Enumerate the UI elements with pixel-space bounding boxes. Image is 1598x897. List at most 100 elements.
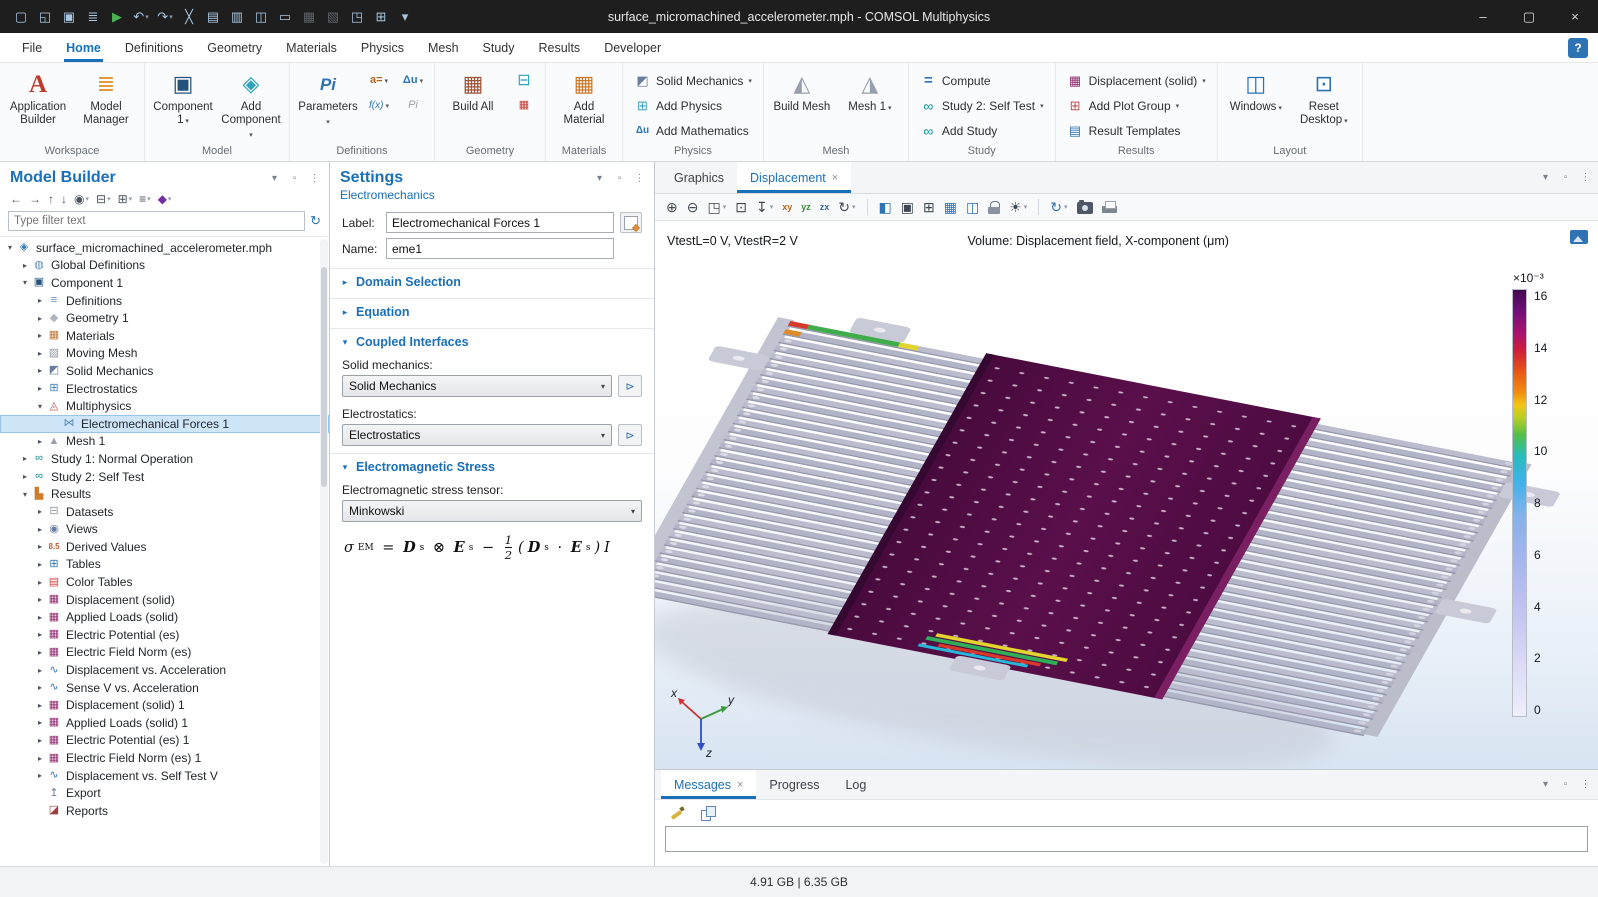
- parameter-case-button[interactable]: [397, 94, 429, 117]
- maximize-button[interactable]: ▢: [1506, 0, 1552, 33]
- tree-item-materials[interactable]: ▸Materials: [0, 327, 329, 345]
- forward-button[interactable]: →: [27, 191, 43, 207]
- zoom-out-button[interactable]: ⊖: [684, 199, 702, 215]
- tree-item-component-1[interactable]: ▾Component 1: [0, 274, 329, 292]
- parameters-button[interactable]: Parameters ▾: [295, 65, 361, 143]
- tree-item-moving-mesh[interactable]: ▸Moving Mesh: [0, 345, 329, 363]
- tree-item-views[interactable]: ▸Views: [0, 521, 329, 539]
- undo-button[interactable]: ↶▾: [130, 5, 152, 29]
- insert-sequence-button[interactable]: [508, 69, 540, 92]
- menu-physics[interactable]: Physics: [349, 33, 416, 62]
- tree-item-study-2-self-test[interactable]: ▸Study 2: Self Test: [0, 468, 329, 486]
- measure-button[interactable]: ▧: [322, 5, 344, 29]
- select-box-button[interactable]: ▦: [298, 5, 320, 29]
- plot-area[interactable]: VtestL=0 V, VtestR=2 V Volume: Displacem…: [655, 221, 1598, 769]
- messages-collapse-icon[interactable]: ▾: [1539, 779, 1552, 790]
- section-header-domain-selection[interactable]: ▸Domain Selection: [330, 268, 654, 295]
- move-up-button[interactable]: ↑: [46, 191, 56, 207]
- tree-item-study-1-normal-operation[interactable]: ▸Study 1: Normal Operation: [0, 450, 329, 468]
- tree-item-global-definitions[interactable]: ▸Global Definitions: [0, 257, 329, 275]
- add-study-button[interactable]: Add Study: [914, 119, 1050, 142]
- open-file-button[interactable]: ◱: [34, 5, 56, 29]
- plot-in-window-button[interactable]: ▦: [941, 199, 960, 215]
- tree-item-electric-field-norm-es[interactable]: ▸Electric Field Norm (es): [0, 644, 329, 662]
- go-to-default-view-button[interactable]: ↧▾: [753, 199, 776, 215]
- add-plot-group-button[interactable]: Add Plot Group▾: [1061, 94, 1212, 117]
- print-button[interactable]: [1099, 200, 1120, 215]
- tab-displacement[interactable]: Displacement×: [737, 162, 851, 193]
- add-material-button[interactable]: Add Material: [551, 65, 617, 143]
- add-mathematics-button[interactable]: Add Mathematics: [628, 119, 758, 142]
- view-xy-button[interactable]: xy: [779, 202, 795, 213]
- tab-progress[interactable]: Progress: [756, 770, 832, 799]
- go-to-node-button[interactable]: ◆▾: [156, 191, 174, 207]
- tree-item-results[interactable]: ▾Results: [0, 485, 329, 503]
- tree-scrollbar-thumb[interactable]: [321, 267, 327, 487]
- minimize-button[interactable]: –: [1460, 0, 1506, 33]
- tree-item-export[interactable]: Export: [0, 784, 329, 802]
- tree-item-sense-v-vs-acceleration[interactable]: ▸Sense V vs. Acceleration: [0, 679, 329, 697]
- graphics-collapse-icon[interactable]: ▾: [1539, 172, 1552, 183]
- solid-mechanics-combobox[interactable]: Solid Mechanics▾: [342, 375, 612, 397]
- close-tab-icon[interactable]: ×: [832, 172, 838, 184]
- tree-item-datasets[interactable]: ▸Datasets: [0, 503, 329, 521]
- tree-item-geometry-1[interactable]: ▸Geometry 1: [0, 309, 329, 327]
- scene-rotation-button[interactable]: ↻▾: [835, 199, 858, 215]
- solid-mechanics-button[interactable]: Solid Mechanics▾: [628, 69, 758, 92]
- tree-item-electromechanical-forces-1[interactable]: Electromechanical Forces 1: [0, 415, 329, 433]
- menu-results[interactable]: Results: [527, 33, 593, 62]
- graphics-menu-icon[interactable]: ⋮: [1579, 172, 1592, 183]
- zoom-in-button[interactable]: ⊕: [663, 199, 681, 215]
- accelerometer-3d-view[interactable]: [655, 221, 1598, 769]
- tab-messages[interactable]: Messages×: [661, 770, 756, 799]
- minkowski-combobox[interactable]: Minkowski▾: [342, 500, 642, 522]
- menu-home[interactable]: Home: [54, 33, 113, 62]
- settings-collapse-icon[interactable]: ▾: [593, 173, 606, 184]
- cut-button[interactable]: ╳: [178, 5, 200, 29]
- menu-mesh[interactable]: Mesh: [416, 33, 471, 62]
- section-header-electromagnetic-stress[interactable]: ▾Electromagnetic Stress: [330, 453, 654, 480]
- tree-item-mesh-1[interactable]: ▸Mesh 1: [0, 433, 329, 451]
- duplicate-button[interactable]: ◫: [250, 5, 272, 29]
- component-1-button[interactable]: Component 1 ▾: [150, 65, 216, 143]
- lock-axes-button[interactable]: [985, 200, 1003, 215]
- tab-log[interactable]: Log: [832, 770, 879, 799]
- paste-button[interactable]: ▥: [226, 5, 248, 29]
- float-panel-icon[interactable]: ▫: [288, 173, 301, 184]
- model-manager-search-button[interactable]: ≣: [82, 5, 104, 29]
- application-builder-button[interactable]: Application Builder: [5, 65, 71, 143]
- redo-button[interactable]: ↷▾: [154, 5, 176, 29]
- image-snapshot-button[interactable]: [1074, 199, 1096, 215]
- delete-button[interactable]: ▭: [274, 5, 296, 29]
- tree-item-color-tables[interactable]: ▸Color Tables: [0, 573, 329, 591]
- windows-button[interactable]: Windows ▾: [1223, 65, 1289, 143]
- filter-refresh-icon[interactable]: ↻: [310, 213, 321, 229]
- tree-item-displacement-solid-1[interactable]: ▸Displacement (solid) 1: [0, 696, 329, 714]
- model-tree-node-text-button[interactable]: ≡▾: [137, 191, 153, 207]
- tree-scrollbar[interactable]: [320, 239, 328, 864]
- new-file-button[interactable]: ▢: [10, 5, 32, 29]
- settings-menu-icon[interactable]: ⋮: [633, 173, 646, 184]
- label-input[interactable]: [386, 212, 614, 233]
- functions-button[interactable]: ▾: [363, 94, 395, 117]
- displacement-solid-button[interactable]: Displacement (solid)▾: [1061, 69, 1212, 92]
- menu-definitions[interactable]: Definitions: [113, 33, 195, 62]
- view-yz-button[interactable]: yz: [798, 202, 814, 213]
- customize-toolbar-button[interactable]: ▾: [394, 5, 416, 29]
- tree-item-displacement-vs-self-test-v[interactable]: ▸Displacement vs. Self Test V: [0, 767, 329, 785]
- close-button[interactable]: ×: [1552, 0, 1598, 33]
- plot-image-icon[interactable]: [1570, 230, 1588, 244]
- settings-float-icon[interactable]: ▫: [613, 173, 626, 184]
- reset-desktop-button[interactable]: Reset Desktop ▾: [1291, 65, 1357, 143]
- compute-button[interactable]: Compute: [914, 69, 1050, 92]
- copy-button[interactable]: ▤: [202, 5, 224, 29]
- go-to-source-button[interactable]: ⊳: [618, 375, 642, 397]
- view-zx-button[interactable]: zx: [817, 202, 833, 213]
- tree-item-electric-potential-es-1[interactable]: ▸Electric Potential (es) 1: [0, 732, 329, 750]
- menu-materials[interactable]: Materials: [274, 33, 349, 62]
- add-component-button[interactable]: Add Component ▾: [218, 65, 284, 143]
- go-to-source-button[interactable]: ⊳: [618, 424, 642, 446]
- remove-details-button[interactable]: [508, 94, 540, 117]
- clear-messages-button[interactable]: [667, 805, 688, 821]
- print-quick-button[interactable]: ⊞: [370, 5, 392, 29]
